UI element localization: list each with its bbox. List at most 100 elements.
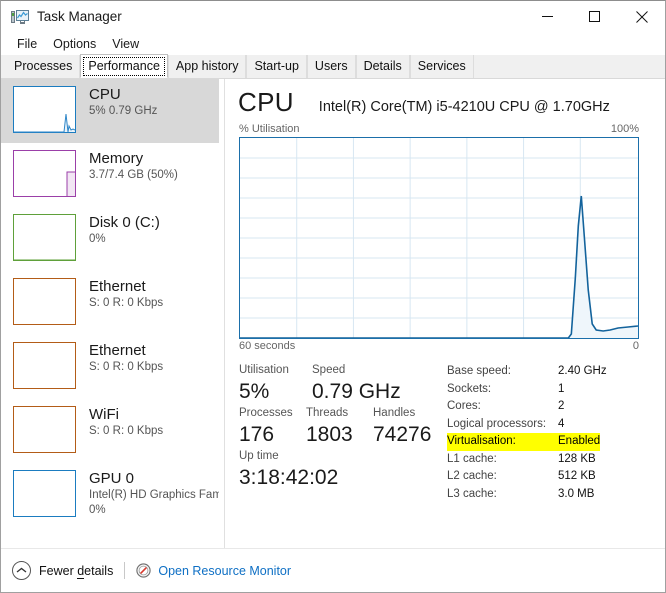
chevron-up-icon[interactable] [12,561,31,580]
spec-base-speed: Base speed: 2.40 GHz [447,363,665,381]
menu-view[interactable]: View [104,35,147,53]
performance-content: CPU 5% 0.79 GHz Memory 3.7/7.4 GB (50%) [1,79,665,548]
sidebar-item-gpu-labels: GPU 0 Intel(R) HD Graphics Fam 0% [89,470,219,518]
spec-l2-cache-value: 512 KB [558,470,596,482]
close-button[interactable] [618,1,665,32]
stat-handles: Handles 74276 [373,405,443,448]
sidebar-item-cpu[interactable]: CPU 5% 0.79 GHz [1,79,219,143]
graph-x-left-label: 60 seconds [239,340,296,352]
minimize-button[interactable] [524,1,571,32]
sidebar-item-wifi-sub: S: 0 R: 0 Kbps [89,425,164,437]
gpu-thumbnail-graph [13,470,76,517]
spec-base-speed-key: Base speed: [447,365,511,377]
fewer-details-button[interactable]: Fewer details [39,563,113,579]
sidebar-item-disk-0-c[interactable]: Disk 0 (C:) 0% [1,207,219,271]
sidebar-item-gpu-0[interactable]: GPU 0 Intel(R) HD Graphics Fam 0% [1,463,219,527]
maximize-button[interactable] [571,1,618,32]
memory-thumbnail-graph [13,150,76,197]
wifi-thumbnail-graph [13,406,76,453]
graph-y-max-label: 100% [610,123,639,135]
stat-threads: Threads 1803 [306,405,373,448]
cpu-header: CPU Intel(R) Core(TM) i5-4210U CPU @ 1.7… [225,79,665,118]
cpu-model-name: Intel(R) Core(TM) i5-4210U CPU @ 1.70GHz [318,99,610,115]
stat-uptime: Up time 3:18:42:02 [239,448,419,491]
spec-l3-cache: L3 cache: 3.0 MB [447,486,665,504]
minimize-icon [542,16,553,17]
spec-logical-processors-key: Logical processors: [447,417,547,430]
stat-uptime-label: Up time [239,450,279,462]
sidebar-item-wifi[interactable]: WiFi S: 0 R: 0 Kbps [1,399,219,463]
stat-handles-value: 74276 [373,423,432,446]
sidebar-item-gpu-sub: Intel(R) HD Graphics Fam [89,489,219,501]
disk-thumbnail-graph [13,214,76,261]
spec-sockets-value: 1 [558,382,565,395]
stat-speed-label: Speed [312,364,346,376]
cpu-specs-list: Base speed: 2.40 GHz Sockets: 1 Cores: 2… [446,362,665,503]
window-title: Task Manager [37,9,122,24]
spec-cores: Cores: 2 [447,398,665,416]
sidebar-item-cpu-sub: 5% 0.79 GHz [89,105,158,117]
close-icon [635,10,648,23]
sidebar-item-gpu-sub2: 0% [89,504,106,516]
cpu-graph-svg [240,138,638,338]
spec-l2-cache-key: L2 cache: [447,470,497,482]
counters-row-2: Processes 176 Threads 1803 Handles 74276 [239,405,446,448]
stat-speed-value: 0.79 GHz [312,380,401,403]
counters-row-3: Up time 3:18:42:02 [239,448,446,491]
menu-bar: File Options View [1,32,665,55]
spec-cores-value: 2 [558,400,565,412]
sidebar-item-cpu-title: CPU [89,86,121,103]
stat-threads-value: 1803 [306,423,353,446]
sidebar-item-memory-sub: 3.7/7.4 GB (50%) [89,169,178,181]
tab-start-up[interactable]: Start-up [246,55,307,78]
sidebar-item-ethernet-2-sub: S: 0 R: 0 Kbps [89,361,164,373]
sidebar-item-ethernet-2[interactable]: Ethernet S: 0 R: 0 Kbps [1,335,219,399]
open-resource-monitor-link[interactable]: Open Resource Monitor [158,564,291,578]
stat-uptime-value: 3:18:42:02 [239,466,339,489]
fewer-details-label-pre: Fewer [39,563,78,578]
spec-l1-cache-key: L1 cache: [447,452,497,465]
tab-performance[interactable]: Performance [80,54,168,78]
menu-options[interactable]: Options [45,35,104,53]
spec-sockets: Sockets: 1 [447,381,665,399]
spec-l1-cache-value: 128 KB [558,452,596,465]
sidebar-item-ethernet-1[interactable]: Ethernet S: 0 R: 0 Kbps [1,271,219,335]
sidebar-item-memory[interactable]: Memory 3.7/7.4 GB (50%) [1,143,219,207]
tab-services[interactable]: Services [409,55,474,78]
stat-processes-value: 176 [239,423,275,446]
task-manager-icon [11,9,29,25]
sidebar-item-memory-labels: Memory 3.7/7.4 GB (50%) [89,150,178,183]
stat-processes-label: Processes [239,407,293,419]
stat-utilisation: Utilisation 5% [239,362,312,405]
tab-details[interactable]: Details [355,55,410,78]
cpu-graph-area [240,196,638,338]
sidebar-item-ethernet-1-labels: Ethernet S: 0 R: 0 Kbps [89,278,163,311]
tab-processes[interactable]: Processes [7,55,81,78]
tab-performance-label: Performance [88,59,160,73]
tab-app-history[interactable]: App history [167,55,247,78]
graph-axis-top: % Utilisation 100% [225,118,665,137]
ethernet-1-thumbnail-graph [13,278,76,325]
tab-strip: Processes Performance App history Start-… [1,54,665,79]
status-bar: Fewer details Open Resource Monitor [1,548,665,592]
sidebar-item-ethernet-2-title: Ethernet [89,342,146,359]
spec-logical-processors: Logical processors: 4 [447,416,665,434]
spec-virtualisation: Virtualisation: Enabled [447,433,665,451]
ethernet-2-thumbnail-graph [13,342,76,389]
counters-row-1: Utilisation 5% Speed 0.79 GHz [239,362,446,405]
spec-logical-processors-value: 4 [558,417,565,430]
task-manager-window: Task Manager File Options View Processes… [0,0,666,593]
stat-processes: Processes 176 [239,405,306,448]
stat-utilisation-value: 5% [239,380,270,403]
tab-users[interactable]: Users [306,55,356,78]
sidebar-item-memory-title: Memory [89,150,144,167]
menu-file[interactable]: File [9,35,45,53]
resource-monitor-icon [136,563,151,578]
cpu-utilisation-graph [239,137,639,339]
spec-cores-key: Cores: [447,400,481,412]
sidebar-item-cpu-labels: CPU 5% 0.79 GHz [89,86,157,119]
cpu-counters: Utilisation 5% Speed 0.79 GHz Processes … [239,362,446,503]
cpu-stats-region: Utilisation 5% Speed 0.79 GHz Processes … [225,352,665,503]
cpu-detail-panel: CPU Intel(R) Core(TM) i5-4210U CPU @ 1.7… [225,79,665,548]
sidebar-item-disk-title: Disk 0 (C:) [89,214,160,231]
